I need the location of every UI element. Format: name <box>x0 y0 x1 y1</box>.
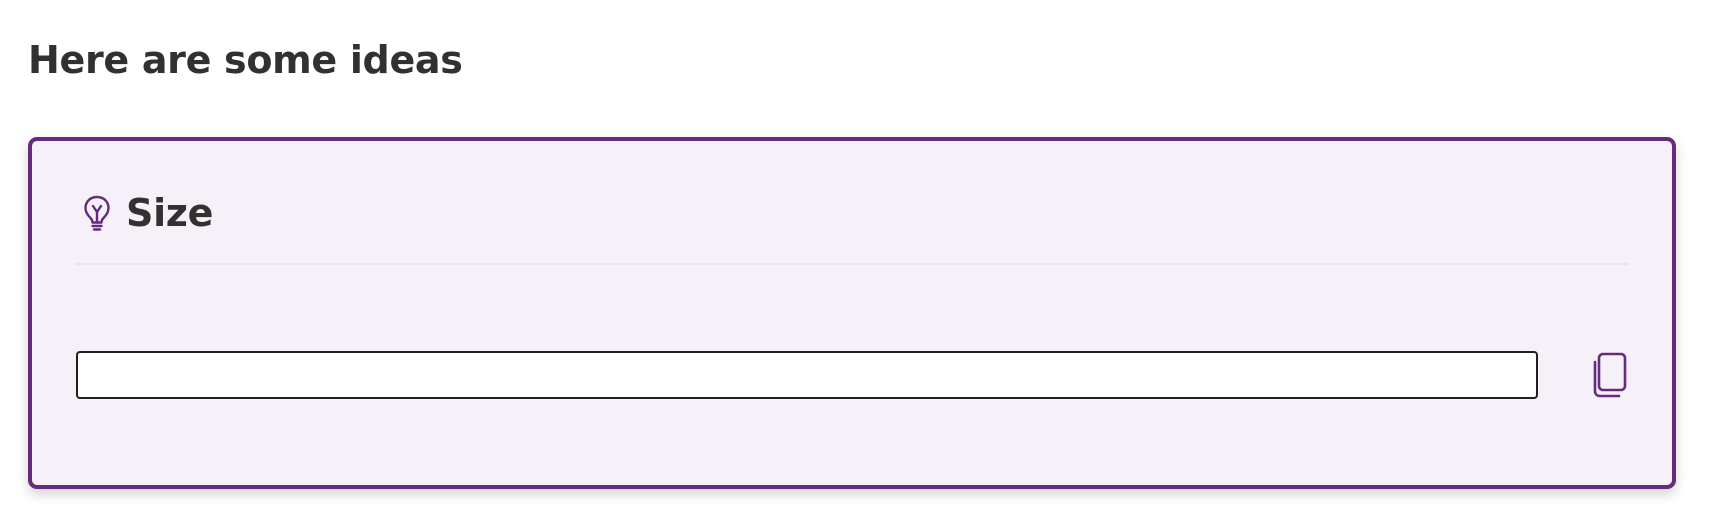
idea-card-size: Size <box>28 137 1676 489</box>
page-heading: Here are some ideas <box>28 38 463 82</box>
copy-icon <box>1590 351 1628 399</box>
idea-card-title: Size <box>126 191 214 235</box>
idea-card-header: Size <box>82 185 213 241</box>
card-divider <box>76 263 1628 265</box>
lightbulb-icon <box>82 194 112 232</box>
idea-value-field[interactable] <box>76 351 1538 399</box>
copy-button[interactable] <box>1582 347 1636 403</box>
